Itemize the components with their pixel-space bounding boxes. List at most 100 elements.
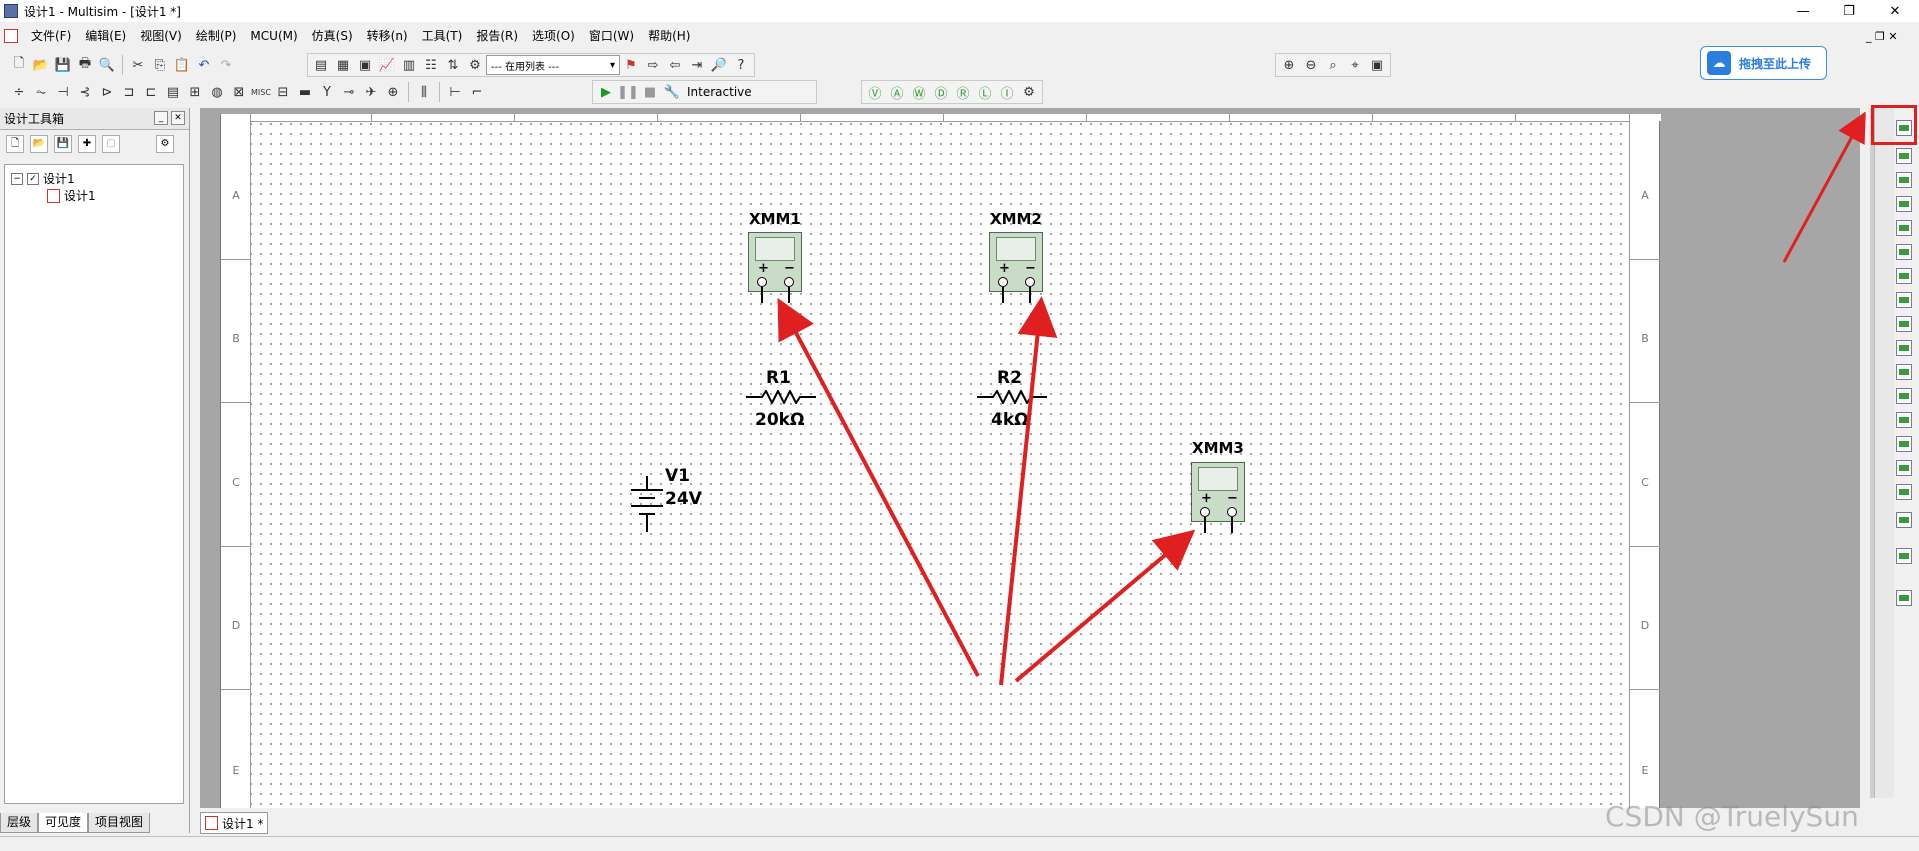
probe-settings-icon[interactable]: ⚙ [1018, 81, 1040, 103]
place-diode-icon[interactable]: ⊣ [52, 81, 74, 103]
zoom-sheet-icon[interactable]: ⌖ [1344, 54, 1366, 76]
new-file-icon[interactable]: 🗋 [8, 54, 30, 76]
grapher-icon[interactable]: 📈 [376, 54, 398, 76]
place-junction-icon[interactable]: ⊢ [444, 81, 466, 103]
place-basic-icon[interactable]: ⏦ [30, 81, 52, 103]
close-button[interactable]: ✕ [1872, 0, 1918, 22]
zoom-area-icon[interactable]: ⌕ [1322, 54, 1344, 76]
frequency-counter-icon[interactable] [1896, 268, 1912, 284]
place-analog-icon[interactable]: ⊳ [96, 81, 118, 103]
differential-probe-icon[interactable]: Ⓓ [930, 81, 952, 103]
digital-probe-icon[interactable]: Ⓛ [974, 81, 996, 103]
place-transistor-icon[interactable]: ⊰ [74, 81, 96, 103]
panel-close-button[interactable]: ✕ [171, 111, 185, 125]
document-tab[interactable]: 设计1 * [200, 812, 268, 834]
logic-converter-icon[interactable] [1896, 316, 1912, 332]
wattmeter-icon[interactable] [1896, 172, 1912, 188]
place-mcu-icon[interactable]: ▤ [162, 81, 184, 103]
word-generator-icon[interactable] [1896, 292, 1912, 308]
simulation-mode-label[interactable]: Interactive [687, 85, 752, 99]
menu-file[interactable]: 文件(F) [24, 24, 78, 48]
place-misc-icon[interactable]: MISC [250, 81, 272, 103]
place-cmos-icon[interactable]: ⊏ [140, 81, 162, 103]
place-ni-icon[interactable]: ⊸ [338, 81, 360, 103]
place-hierarchical-icon[interactable]: ⊕ [382, 81, 404, 103]
labview-instrument-icon[interactable] [1896, 512, 1912, 528]
voltage-probe-icon[interactable]: Ⓥ [864, 81, 886, 103]
tree-child-node[interactable]: 设计1 [47, 187, 96, 204]
find-examples-icon[interactable]: 🔎 [708, 54, 730, 76]
agilent-generator-icon[interactable] [1896, 460, 1912, 476]
print-preview-icon[interactable]: 🔍 [96, 54, 118, 76]
upload-drop-button[interactable]: ☁ 拖拽至此上传 [1700, 46, 1827, 80]
menu-tools[interactable]: 工具(T) [415, 24, 470, 48]
open-design-icon[interactable]: 📂 [30, 135, 48, 153]
wrench-icon[interactable]: 🔧 [661, 81, 683, 103]
agilent-multimeter-icon[interactable] [1896, 484, 1912, 500]
delete-sheet-icon[interactable]: ▢ [102, 135, 120, 153]
full-screen-icon[interactable]: ▣ [1366, 54, 1388, 76]
four-channel-oscilloscope-icon[interactable] [1896, 220, 1912, 236]
save-icon[interactable]: 💾 [52, 54, 74, 76]
erc-icon[interactable]: ☷ [420, 54, 442, 76]
redo-icon[interactable]: ↷ [215, 54, 237, 76]
menu-window[interactable]: 窗口(W) [582, 24, 641, 48]
toggle-design-toolbox-icon[interactable]: ▤ [310, 54, 332, 76]
place-indicator-icon[interactable]: ◍ [206, 81, 228, 103]
mdi-controls[interactable]: _ ❐ ✕ [1866, 30, 1898, 43]
database-manager-icon[interactable]: ▣ [354, 54, 376, 76]
back-annotate-icon[interactable]: ⇦ [664, 54, 686, 76]
menu-mcu[interactable]: MCU(M) [243, 24, 304, 48]
schematic-canvas[interactable]: A B C D E A B C D E XMM1 + − XMM2 + − XM… [200, 108, 1860, 808]
ni-elvis-icon[interactable] [1896, 548, 1912, 564]
network-analyzer-icon[interactable] [1896, 436, 1912, 452]
zoom-out-icon[interactable]: ⊖ [1300, 54, 1322, 76]
menu-edit[interactable]: 编辑(E) [78, 24, 133, 48]
menu-transfer[interactable]: 转移(n) [360, 24, 415, 48]
transfer-to-ultiboard-icon[interactable]: ⇨ [642, 54, 664, 76]
in-use-list-select[interactable]: --- 在用列表 --- ▾ [486, 55, 620, 75]
place-bus-icon[interactable]: ⫼ [413, 81, 435, 103]
help-icon[interactable]: ? [730, 54, 752, 76]
postprocessor-icon[interactable]: ▥ [398, 54, 420, 76]
toolbox-settings-icon[interactable]: ⚙ [156, 135, 174, 153]
place-connector-icon[interactable]: ✈ [360, 81, 382, 103]
pause-simulation-icon[interactable]: ❚❚ [617, 81, 639, 103]
stop-simulation-icon[interactable]: ■ [639, 81, 661, 103]
menu-options[interactable]: 选项(O) [525, 24, 582, 48]
paste-icon[interactable]: 📋 [171, 54, 193, 76]
place-electromech-icon[interactable]: Y [316, 81, 338, 103]
logic-analyzer-icon[interactable] [1896, 340, 1912, 356]
distortion-analyzer-icon[interactable] [1896, 388, 1912, 404]
open-folder-icon[interactable]: 📂 [30, 54, 52, 76]
cut-icon[interactable]: ✂ [127, 54, 149, 76]
save-design-icon[interactable]: 💾 [54, 135, 72, 153]
panel-minimize-button[interactable]: _ [154, 111, 168, 125]
reference-probe-icon[interactable]: Ⓡ [952, 81, 974, 103]
menu-help[interactable]: 帮助(H) [641, 24, 697, 48]
new-design-icon[interactable]: 🗋 [6, 135, 24, 153]
bode-plotter-icon[interactable] [1896, 244, 1912, 260]
iv-analyzer-icon[interactable] [1896, 364, 1912, 380]
menu-reports[interactable]: 报告(R) [469, 24, 525, 48]
place-source-icon[interactable]: ÷ [8, 81, 30, 103]
run-simulation-icon[interactable]: ▶ [595, 81, 617, 103]
netlist-icon[interactable]: ⇅ [442, 54, 464, 76]
forward-annotate-icon[interactable]: ⇥ [686, 54, 708, 76]
restore-button[interactable]: ❐ [1826, 0, 1872, 22]
place-wire-icon[interactable]: ⌐ [466, 81, 488, 103]
current-probe-instrument-icon[interactable] [1896, 590, 1912, 606]
tab-hierarchy[interactable]: 层级 [0, 813, 39, 833]
place-mixed-icon[interactable]: ⊞ [184, 81, 206, 103]
place-peripheral-icon[interactable]: ⊟ [272, 81, 294, 103]
function-generator-icon[interactable] [1896, 148, 1912, 164]
tab-project-view[interactable]: 项目视图 [88, 813, 151, 833]
oscilloscope-icon[interactable] [1896, 196, 1912, 212]
zoom-in-icon[interactable]: ⊕ [1278, 54, 1300, 76]
component-wizard-icon[interactable]: ⚙ [464, 54, 486, 76]
copy-icon[interactable]: ⎘ [149, 54, 171, 76]
place-ttl-icon[interactable]: ⊐ [118, 81, 140, 103]
collapse-icon[interactable]: − [11, 172, 23, 185]
tree-root-node[interactable]: − ✓ 设计1 [11, 170, 75, 187]
tab-visibility[interactable]: 可见度 [38, 813, 89, 833]
